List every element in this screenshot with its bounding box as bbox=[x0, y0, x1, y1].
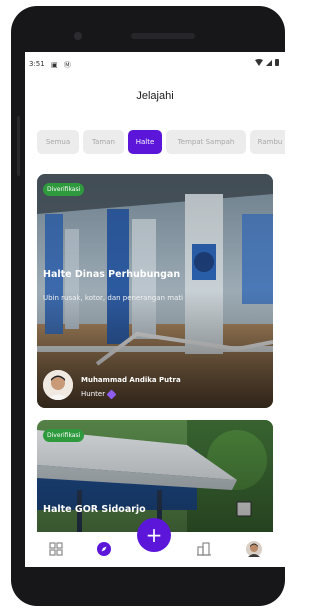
chip-halte[interactable]: Halte bbox=[128, 130, 162, 154]
role-label: Hunter bbox=[81, 390, 106, 398]
add-report-button[interactable]: + bbox=[137, 518, 171, 552]
card-description: Ubin rusak, kotor, dan penerangan mati bbox=[43, 294, 184, 302]
profile-avatar[interactable] bbox=[246, 541, 262, 557]
buildings-icon[interactable] bbox=[197, 542, 211, 556]
page-title: Jelajahi bbox=[136, 90, 174, 102]
status-time: 3:51 bbox=[29, 60, 45, 68]
status-right-icons bbox=[255, 59, 279, 66]
chip-taman[interactable]: Taman bbox=[83, 130, 124, 154]
chip-semua[interactable]: Semua bbox=[37, 130, 79, 154]
signal-icon bbox=[266, 59, 272, 66]
filter-chips: Semua Taman Halte Tempat Sampah Rambu bbox=[37, 130, 285, 154]
card-photo bbox=[37, 174, 273, 408]
app-screen: 3:51 ▣ Ⓜ Jelajahi Semua Taman Halte Temp… bbox=[25, 52, 285, 567]
notification-icons: ▣ Ⓜ bbox=[51, 61, 73, 69]
status-bar: 3:51 ▣ Ⓜ bbox=[25, 52, 285, 78]
hunter-gem-icon bbox=[106, 389, 117, 399]
earpiece-speaker bbox=[131, 33, 195, 39]
user-avatar[interactable] bbox=[43, 370, 73, 400]
phone-side-button bbox=[17, 116, 20, 176]
card-title: Halte Dinas Perhubungan bbox=[43, 269, 181, 280]
verified-badge: Diverifikasi bbox=[43, 429, 85, 442]
front-camera bbox=[74, 32, 82, 40]
user-name: Muhammad Andika Putra bbox=[81, 376, 181, 384]
user-role: Hunter bbox=[81, 389, 117, 399]
compass-icon[interactable] bbox=[97, 542, 111, 556]
wifi-icon bbox=[255, 59, 263, 66]
chip-tempat-sampah[interactable]: Tempat Sampah bbox=[166, 130, 246, 154]
report-card[interactable]: Diverifikasi Halte Dinas Perhubungan Ubi… bbox=[37, 174, 273, 408]
avatar-photo bbox=[43, 370, 73, 400]
battery-icon bbox=[275, 59, 279, 66]
grid-icon[interactable] bbox=[49, 542, 63, 556]
card-title: Halte GOR Sidoarjo bbox=[43, 504, 146, 515]
verified-badge: Diverifikasi bbox=[43, 183, 85, 196]
chip-rambu[interactable]: Rambu bbox=[250, 130, 285, 154]
